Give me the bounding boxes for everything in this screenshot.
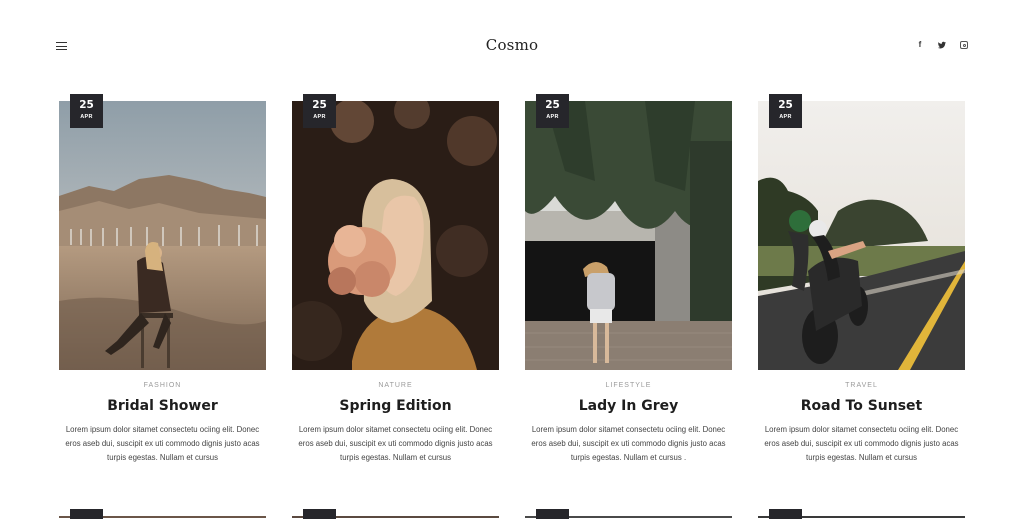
social-links: f (916, 41, 968, 49)
date-badge-partial (303, 509, 336, 519)
post-category[interactable]: TRAVEL (758, 382, 965, 389)
post-excerpt: Lorem ipsum dolor sitamet consectetu oci… (764, 425, 959, 462)
date-badge: 25 APR (70, 94, 103, 128)
site-header: Cosmo f (0, 0, 1024, 92)
date-badge: 25 APR (769, 94, 802, 128)
date-day: 25 (312, 99, 327, 111)
post-excerpt: Lorem ipsum dolor sitamet consectetu oci… (65, 425, 260, 462)
post-category[interactable]: NATURE (292, 382, 499, 389)
post-image[interactable] (525, 101, 732, 370)
date-badge: 25 APR (303, 94, 336, 128)
post-title[interactable]: Spring Edition (292, 398, 499, 414)
date-month: APR (546, 114, 559, 120)
post-title[interactable]: Lady In Grey (525, 398, 732, 414)
date-day: 25 (545, 99, 560, 111)
date-month: APR (313, 114, 326, 120)
post-image[interactable] (292, 101, 499, 370)
post-title[interactable]: Bridal Shower (59, 398, 266, 414)
instagram-icon[interactable] (960, 41, 968, 49)
post-excerpt: Lorem ipsum dolor sitamet consectetu oci… (298, 425, 493, 462)
date-badge-partial (70, 509, 103, 519)
date-badge-partial (536, 509, 569, 519)
post-category[interactable]: FASHION (59, 382, 266, 389)
post-category[interactable]: LIFESTYLE (525, 382, 732, 389)
facebook-icon[interactable]: f (916, 41, 924, 49)
date-month: APR (779, 114, 792, 120)
date-badge-partial (769, 509, 802, 519)
post-title[interactable]: Road To Sunset (758, 398, 965, 414)
date-month: APR (80, 114, 93, 120)
twitter-icon[interactable] (938, 41, 946, 49)
date-day: 25 (778, 99, 793, 111)
date-day: 25 (79, 99, 94, 111)
site-logo[interactable]: Cosmo (0, 36, 1024, 54)
date-badge: 25 APR (536, 94, 569, 128)
post-image[interactable] (758, 101, 965, 370)
post-excerpt: Lorem ipsum dolor sitamet consectetu oci… (531, 425, 726, 462)
post-image[interactable] (59, 101, 266, 370)
